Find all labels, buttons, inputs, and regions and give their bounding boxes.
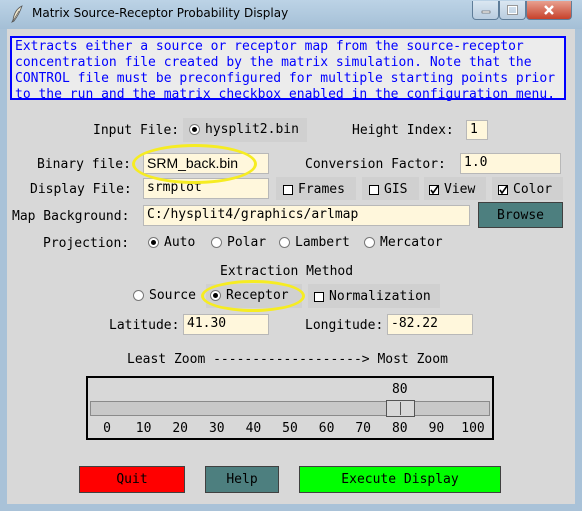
longitude-label: Longitude: [305,318,384,333]
projection-auto-radio[interactable]: Auto [148,235,195,250]
checkmark-icon [430,185,439,194]
minimize-button[interactable] [472,1,499,20]
feather-pen-icon [11,5,23,23]
frames-label: Frames [298,182,345,197]
close-icon [544,5,554,15]
zoom-tick: 0 [103,421,111,436]
gis-label: GIS [384,182,408,197]
projection-polar-radio[interactable]: Polar [211,235,266,250]
projection-polar-label: Polar [227,235,267,250]
projection-mercator-label: Mercator [380,235,443,250]
view-checkbox-box [429,184,439,195]
radio-indicator [133,290,144,301]
map-background-label: Map Background: [12,209,130,224]
description-line: Extracts either a source or receptor map… [15,39,524,54]
input-file-radio-indicator [189,124,200,135]
radio-indicator [211,237,222,248]
radio-indicator [364,237,375,248]
zoom-value-label: 80 [391,382,408,397]
zoom-slider-trough[interactable] [90,401,490,416]
browse-button[interactable]: Browse [478,202,563,228]
window-border-right [575,29,582,511]
zoom-tick: 60 [318,421,335,436]
normalization-checkbox-box [314,291,324,302]
gis-checkbox-box [369,184,379,195]
frames-checkbox[interactable]: Frames [276,177,356,200]
maximize-icon [507,5,518,15]
input-file-value: hysplit2.bin [205,122,299,137]
close-button[interactable] [526,1,572,20]
zoom-tick: 20 [172,421,189,436]
view-checkbox[interactable]: View [424,177,486,200]
zoom-tick-labels: 0 10 20 30 40 50 60 70 80 90 100 [0,421,582,437]
window-border-left [0,29,7,511]
frames-checkbox-box [283,184,293,195]
minimize-icon [481,10,490,14]
height-index-field[interactable]: 1 [466,120,488,140]
zoom-tick: 30 [208,421,225,436]
color-checkbox[interactable]: Color [492,177,563,200]
projection-lambert-radio[interactable]: Lambert [279,235,350,250]
maximize-button[interactable] [499,1,526,20]
binary-file-label: Binary file: [37,157,131,172]
zoom-tick: 100 [461,421,485,436]
quit-button[interactable]: Quit [79,466,185,493]
zoom-slider-handle[interactable] [385,400,415,417]
gis-checkbox[interactable]: GIS [362,177,419,200]
projection-mercator-radio[interactable]: Mercator [364,235,443,250]
conversion-factor-label: Conversion Factor: [305,157,446,172]
radio-indicator [148,237,159,248]
zoom-caption: Least Zoom -------------------> Most Zoo… [127,352,448,367]
conversion-factor-field[interactable]: 1.0 [460,153,561,174]
zoom-tick: 40 [245,421,262,436]
radio-indicator [279,237,290,248]
latitude-label: Latitude: [109,318,180,333]
extraction-method-heading: Extraction Method [220,264,354,279]
color-label: Color [513,182,553,197]
projection-label: Projection: [43,236,130,251]
zoom-tick: 50 [282,421,298,436]
display-file-label: Display File: [30,182,132,197]
highlight-ellipse [201,280,305,312]
latitude-field[interactable]: 41.30 [183,314,269,335]
help-button[interactable]: Help [205,466,279,493]
projection-auto-label: Auto [164,235,196,250]
description-line: concentration file created by the matrix… [15,55,532,70]
description-text: Extracts either a source or receptor map… [10,36,566,102]
execute-display-button[interactable]: Execute Display [299,466,501,493]
zoom-tick: 70 [355,421,372,436]
normalization-label: Normalization [329,289,431,304]
projection-lambert-label: Lambert [295,235,350,250]
zoom-tick: 80 [391,421,408,436]
map-background-field[interactable]: C:/hysplit4/graphics/arlmap [143,205,470,226]
input-file-radio[interactable]: hysplit2.bin [183,118,307,142]
highlight-ellipse [132,144,257,184]
zoom-tick: 90 [428,421,445,436]
view-label: View [444,182,476,197]
zoom-tick: 10 [135,421,152,436]
checkmark-icon [499,185,508,194]
description-line: CONTROL file must be preconfigured for m… [15,71,556,86]
window-title: Matrix Source-Receptor Probability Displ… [32,6,289,20]
height-index-label: Height Index: [352,123,454,138]
window-border-bottom [0,504,582,511]
color-checkbox-box [498,184,508,195]
longitude-field[interactable]: -82.22 [387,314,473,335]
description-line: to the run and the matrix checkbox enabl… [15,87,556,102]
normalization-checkbox[interactable]: Normalization [308,284,440,308]
source-label: Source [149,288,196,303]
input-file-label: Input File: [93,123,180,138]
source-radio[interactable]: Source [133,288,196,303]
